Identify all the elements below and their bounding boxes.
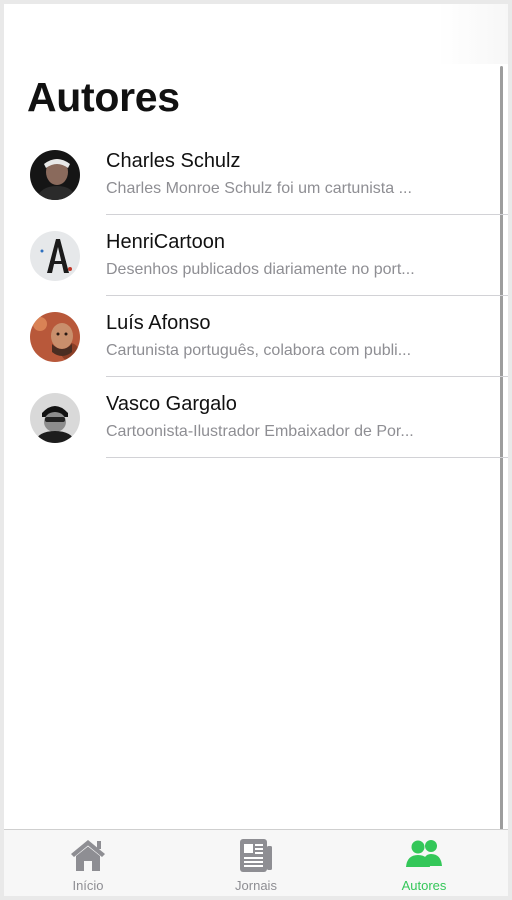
author-description: Cartoonista-Ilustrador Embaixador de Por… bbox=[106, 423, 414, 440]
author-list: Charles Schulz Charles Monroe Schulz foi… bbox=[4, 134, 508, 458]
author-name: Vasco Gargalo bbox=[106, 393, 237, 415]
house-icon bbox=[68, 837, 108, 873]
tab-autores[interactable]: Autores bbox=[340, 830, 508, 896]
author-row-charles-schulz[interactable]: Charles Schulz Charles Monroe Schulz foi… bbox=[4, 134, 508, 215]
author-name: Charles Schulz bbox=[106, 150, 241, 172]
author-description: Cartunista português, colabora com publi… bbox=[106, 342, 412, 359]
author-description: Desenhos publicados diariamente no port.… bbox=[106, 261, 415, 278]
author-name: Luís Afonso bbox=[106, 312, 211, 334]
tab-label: Início bbox=[72, 878, 104, 893]
divider bbox=[106, 457, 508, 458]
author-description: Charles Monroe Schulz foi um cartunista … bbox=[106, 180, 412, 197]
avatar bbox=[30, 393, 80, 443]
author-row-henricartoon[interactable]: HenriCartoon Desenhos publicados diariam… bbox=[4, 215, 508, 296]
author-name: HenriCartoon bbox=[106, 231, 225, 253]
newspaper-icon bbox=[236, 837, 276, 873]
avatar bbox=[30, 312, 80, 362]
status-area bbox=[438, 4, 508, 64]
tab-bar: Início Jornais Autores bbox=[4, 829, 508, 896]
author-row-vasco-gargalo[interactable]: Vasco Gargalo Cartoonista-Ilustrador Emb… bbox=[4, 377, 508, 458]
tab-jornais[interactable]: Jornais bbox=[172, 830, 340, 896]
author-row-luis-afonso[interactable]: Luís Afonso Cartunista português, colabo… bbox=[4, 296, 508, 377]
avatar bbox=[30, 150, 80, 200]
avatar bbox=[30, 231, 80, 281]
people-icon bbox=[404, 837, 444, 873]
tab-label: Autores bbox=[401, 878, 447, 893]
tab-inicio[interactable]: Início bbox=[4, 830, 172, 896]
page-title: Autores bbox=[27, 74, 180, 120]
tab-label: Jornais bbox=[235, 878, 277, 893]
app-screen: Autores Charles Schulz Charles Monroe Sc… bbox=[4, 4, 508, 896]
